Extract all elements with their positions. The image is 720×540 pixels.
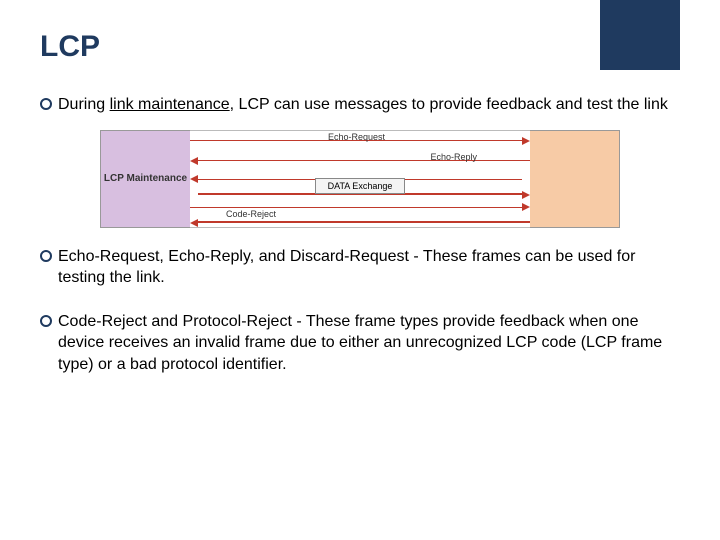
bullet-3: Code-Reject and Protocol-Reject - These … xyxy=(40,311,680,376)
bullet-marker-icon xyxy=(40,98,52,110)
lane-echo-reply: Echo-Reply xyxy=(190,151,530,171)
bullet-marker-icon xyxy=(40,250,52,262)
bullet-1: During link maintenance, LCP can use mes… xyxy=(40,94,680,116)
lane-data-exchange: DATA Exchange xyxy=(190,171,530,201)
lane-echo-request: Echo-Request xyxy=(190,131,530,151)
diagram-left-label: LCP Maintenance xyxy=(101,131,190,227)
lane-code-reject: Code-Reject xyxy=(190,201,530,227)
label-code-reject: Code-Reject xyxy=(224,209,278,219)
bullet-1-text: During link maintenance, LCP can use mes… xyxy=(58,94,680,116)
slide-title: LCP xyxy=(40,30,680,64)
bullet-3-text: Code-Reject and Protocol-Reject - These … xyxy=(58,311,680,376)
bullet-2: Echo-Request, Echo-Reply, and Discard-Re… xyxy=(40,246,680,289)
lcp-diagram: LCP Maintenance Echo-Request Echo-Reply … xyxy=(100,130,620,228)
label-data-exchange: DATA Exchange xyxy=(315,178,406,194)
bullet-marker-icon xyxy=(40,315,52,327)
bullet-1-rest: , LCP can use messages to provide feedba… xyxy=(230,96,668,113)
label-echo-request: Echo-Request xyxy=(326,132,387,142)
diagram-right-label xyxy=(530,131,619,227)
bullet-1-lead: During xyxy=(58,96,110,113)
bullet-2-text: Echo-Request, Echo-Reply, and Discard-Re… xyxy=(58,246,680,289)
diagram-right-endpoint xyxy=(530,130,620,228)
diagram-lanes: Echo-Request Echo-Reply DATA Exchange Co… xyxy=(190,130,530,228)
bullet-1-underline: link maintenance xyxy=(110,96,230,113)
corner-accent xyxy=(600,0,680,70)
diagram-left-endpoint: LCP Maintenance xyxy=(100,130,190,228)
label-echo-reply: Echo-Reply xyxy=(428,152,479,162)
